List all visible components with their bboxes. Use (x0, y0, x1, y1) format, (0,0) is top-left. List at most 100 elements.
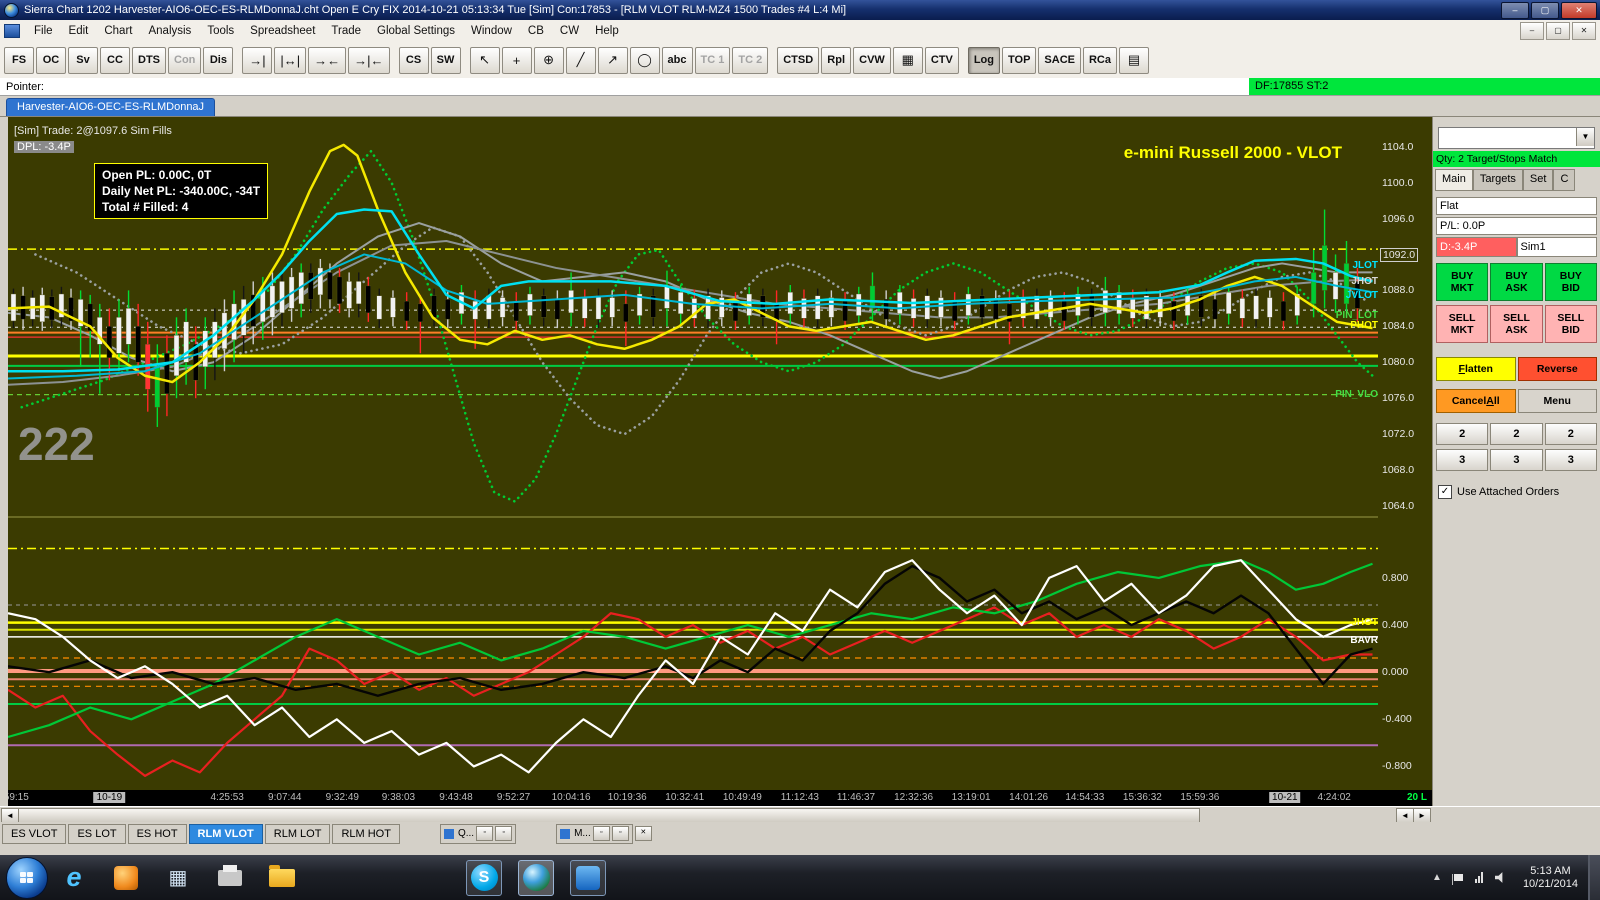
chart-tab-rlm-hot[interactable]: RLM HOT (332, 823, 400, 844)
price-chart[interactable] (8, 117, 1378, 790)
close-button[interactable]: ✕ (1561, 1, 1597, 19)
toolbar-button-cvw[interactable]: CVW (853, 46, 891, 74)
network-icon[interactable] (1474, 872, 1483, 883)
qty-preset-button[interactable]: 2 (1436, 423, 1489, 445)
menu-item-analysis[interactable]: Analysis (140, 22, 199, 40)
menu-item-edit[interactable]: Edit (61, 22, 97, 40)
fit-data-icon[interactable]: |↔| (274, 46, 307, 74)
chart-tab-rlm-vlot[interactable]: RLM VLOT (188, 823, 263, 844)
show-desktop-button[interactable] (1588, 855, 1600, 900)
ray-tool-icon[interactable]: ↗ (597, 46, 628, 74)
horizontal-scrollbar[interactable]: ◄ ◄ ► (0, 806, 1600, 824)
volume-icon[interactable] (1494, 872, 1503, 883)
crosshair-tool-icon[interactable]: + (501, 46, 532, 74)
maximize-icon[interactable]: ▫ (611, 826, 629, 841)
scroll-end-icon[interactable]: →| (242, 46, 273, 74)
minimized-window-q[interactable]: Q... ▫ ▫ (439, 823, 517, 844)
menu-item-tools[interactable]: Tools (199, 22, 242, 40)
dom-tab-main[interactable]: Main (1435, 169, 1473, 191)
toolbar-button-ctv[interactable]: CTV (924, 46, 959, 74)
minimize-button[interactable]: – (1501, 1, 1529, 19)
toolbar-button-oc[interactable]: OC (36, 46, 66, 74)
restore-icon[interactable]: ▫ (476, 826, 494, 841)
close-icon[interactable]: ✕ (634, 826, 652, 841)
reverse-button[interactable]: Reverse (1517, 357, 1597, 381)
dom-menu-button[interactable]: Menu (1517, 389, 1597, 413)
restore-icon[interactable]: ▫ (592, 826, 610, 841)
menu-item-cb[interactable]: CB (520, 22, 552, 40)
buy-bid[interactable]: BUY BID (1544, 263, 1597, 301)
taskbar-icon-app-orange[interactable] (108, 860, 144, 896)
toolbar-button-top[interactable]: TOP (1002, 46, 1037, 74)
cancel-all-button[interactable]: Cancel All (1436, 389, 1516, 413)
dom-tab-set[interactable]: Set (1522, 169, 1554, 191)
toolbar-button-rpl[interactable]: Rpl (821, 46, 852, 74)
sell-mkt[interactable]: SELL MKT (1436, 305, 1489, 343)
taskbar-icon-globe[interactable] (518, 859, 554, 896)
qty-preset-button[interactable]: 3 (1436, 449, 1489, 471)
volume-bars-icon[interactable]: ▤ (1119, 46, 1149, 74)
grid-icon[interactable]: ▦ (892, 46, 923, 74)
toolbar-button-fs[interactable]: FS (4, 46, 34, 74)
mdi-restore-button[interactable]: ▢ (1546, 22, 1570, 40)
buy-ask[interactable]: BUY ASK (1490, 263, 1543, 301)
menu-item-cw[interactable]: CW (552, 22, 587, 40)
sell-bid[interactable]: SELL BID (1544, 305, 1597, 343)
compress-bars-icon[interactable]: →← (308, 46, 347, 74)
minimized-window-m[interactable]: M... ▫ ▫ (556, 823, 633, 844)
qty-preset-button[interactable]: 3 (1544, 449, 1597, 471)
mdi-close-button[interactable]: ✕ (1572, 22, 1596, 40)
taskbar-icon-folder[interactable] (264, 860, 300, 896)
mdi-minimize-button[interactable]: – (1520, 22, 1544, 40)
action-center-icon[interactable] (1451, 874, 1463, 885)
symbol-dropdown[interactable]: ▼ (1438, 127, 1595, 149)
show-hidden-icons[interactable]: ▲ (1432, 872, 1442, 883)
chartbook-tab[interactable]: Harvester-AIO6-OEC-ES-RLMDonnaJ (6, 98, 216, 116)
toolbar-button-dts[interactable]: DTS (132, 46, 166, 74)
menu-item-chart[interactable]: Chart (96, 22, 140, 40)
time-axis[interactable]: 20 L 5:59:15 10-19 4:25:53 9:07:44 9:32:49 9:… (8, 790, 1432, 806)
flatten-button[interactable]: Flatten (1436, 357, 1516, 381)
toolbar-button-ctsd[interactable]: CTSD (777, 46, 820, 74)
menu-item-help[interactable]: Help (587, 22, 627, 40)
toolbar-button-cs[interactable]: CS (398, 46, 429, 74)
menu-item-file[interactable]: File (26, 22, 61, 40)
menu-item-global-settings[interactable]: Global Settings (369, 22, 463, 40)
maximize-button[interactable]: ▢ (1531, 1, 1559, 19)
qty-preset-button[interactable]: 2 (1490, 423, 1543, 445)
taskbar-icon-app-grid[interactable]: ▦ (160, 860, 196, 896)
toolbar-button-abc[interactable]: abc (661, 46, 693, 74)
scrollbar-thumb[interactable] (18, 808, 1200, 823)
use-attached-orders[interactable]: ✓ Use Attached Orders (1438, 485, 1559, 499)
toolbar-button-sw[interactable]: SW (430, 46, 461, 74)
marker-tool-icon[interactable]: ⊕ (533, 46, 564, 74)
expand-bars-icon[interactable]: →|← (348, 46, 390, 74)
taskbar-icon-messenger[interactable] (570, 859, 606, 896)
toolbar-button-log[interactable]: Log (967, 46, 1000, 74)
checkbox-checked-icon[interactable]: ✓ (1438, 485, 1452, 499)
qty-preset-button[interactable]: 3 (1490, 449, 1543, 471)
chart-tab-es-vlot[interactable]: ES VLOT (2, 823, 67, 844)
chart-tab-es-lot[interactable]: ES LOT (68, 823, 126, 844)
ellipse-tool-icon[interactable]: ◯ (629, 46, 660, 74)
chart-tab-rlm-lot[interactable]: RLM LOT (264, 823, 331, 844)
sell-ask[interactable]: SELL ASK (1490, 305, 1543, 343)
taskbar-icon-internet-explorer[interactable]: e (56, 860, 92, 896)
start-button[interactable] (6, 856, 48, 899)
toolbar-button-sace[interactable]: SACE (1038, 46, 1081, 74)
toolbar-button-rca[interactable]: RCa (1082, 46, 1117, 74)
maximize-icon[interactable]: ▫ (495, 826, 513, 841)
taskbar-icon-printer[interactable] (212, 860, 248, 896)
buy-mkt[interactable]: BUY MKT (1436, 263, 1489, 301)
dom-tab-targets[interactable]: Targets (1472, 169, 1523, 191)
menu-item-spreadsheet[interactable]: Spreadsheet (242, 22, 323, 40)
trendline-tool-icon[interactable]: ╱ (565, 46, 596, 74)
toolbar-button-dis[interactable]: Dis (203, 46, 234, 74)
toolbar-button-cc[interactable]: CC (100, 46, 130, 74)
dom-tab-c[interactable]: C (1553, 169, 1576, 191)
taskbar-icon-skype[interactable]: S (466, 859, 502, 896)
taskbar-clock[interactable]: 5:13 AM 10/21/2014 (1523, 865, 1578, 891)
qty-preset-button[interactable]: 2 (1544, 423, 1597, 445)
menu-item-window[interactable]: Window (463, 22, 520, 40)
price-scale[interactable]: 1104.0 1100.0 1096.0 1092.0 1088.0 1084.0 1080… (1378, 117, 1432, 790)
